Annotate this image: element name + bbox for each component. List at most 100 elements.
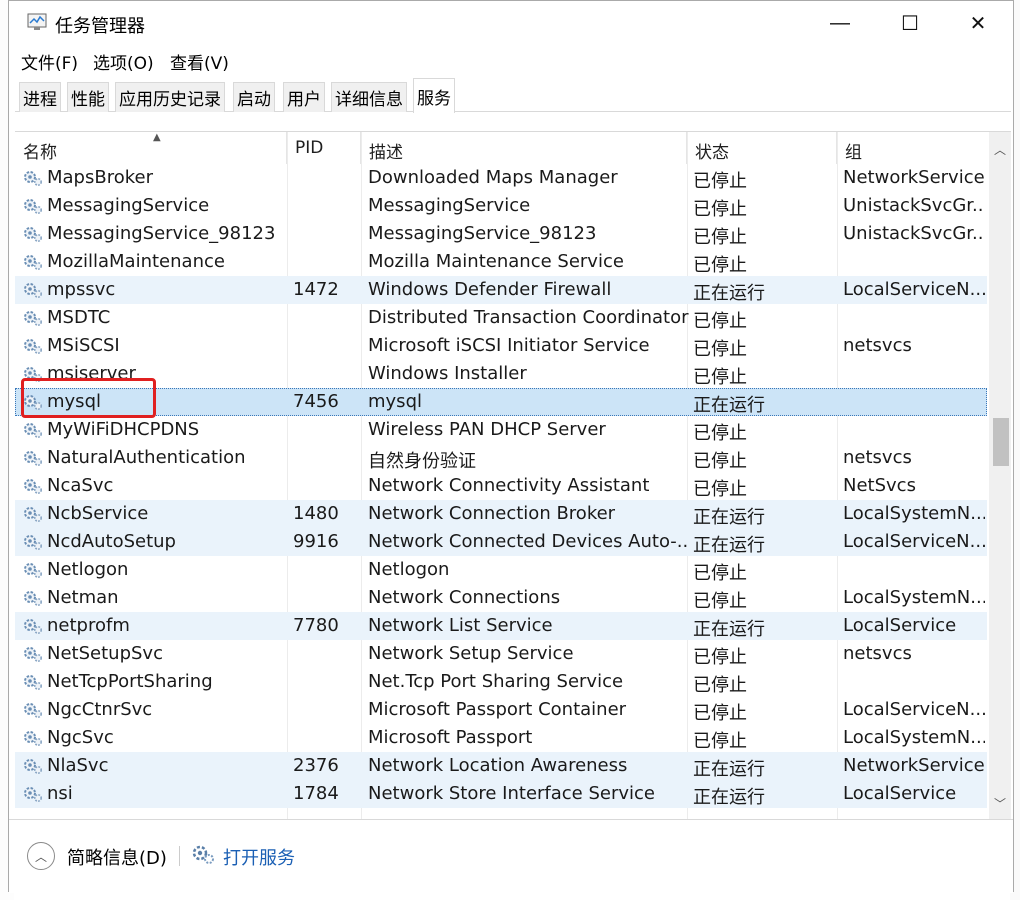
tab-processes[interactable]: 进程 bbox=[19, 82, 61, 112]
window-title: 任务管理器 bbox=[55, 16, 145, 37]
service-description: Netlogon bbox=[368, 559, 450, 580]
service-group: UnistackSvcGr... bbox=[843, 195, 985, 216]
service-group: UnistackSvcGr... bbox=[843, 223, 985, 244]
service-row[interactable]: nsi 1784 Network Store Interface Service 正在… bbox=[15, 780, 987, 808]
service-group: netsvcs bbox=[843, 643, 912, 664]
service-status: 已停止 bbox=[693, 563, 747, 584]
tab-app-history[interactable]: 应用历史记录 bbox=[115, 82, 225, 112]
vertical-scrollbar[interactable]: ︿ ﹀ bbox=[989, 132, 1011, 819]
service-row[interactable]: mysql 7456 mysql 正在运行 bbox=[15, 388, 987, 416]
fewer-details-button[interactable]: 简略信息(D) bbox=[67, 844, 167, 870]
close-button[interactable]: ✕ bbox=[943, 1, 1013, 45]
tab-users[interactable]: 用户 bbox=[283, 82, 325, 112]
service-row[interactable]: MozillaMaintenance Mozilla Maintenance Se… bbox=[15, 248, 987, 276]
column-status[interactable]: 状态 bbox=[687, 132, 837, 164]
service-description: Windows Installer bbox=[368, 363, 527, 384]
collapse-details-icon[interactable]: ︿ bbox=[27, 842, 55, 870]
title-bar[interactable]: 任务管理器 — ☐ ✕ bbox=[9, 1, 1013, 45]
sort-ascending-icon: ▲ bbox=[153, 132, 161, 143]
service-row[interactable]: NetSetupSvc Network Setup Service 已停止 netsv… bbox=[15, 640, 987, 668]
service-gear-icon bbox=[24, 479, 43, 495]
service-row[interactable]: MSiSCSI Microsoft iSCSI Initiator Service… bbox=[15, 332, 987, 360]
scroll-thumb[interactable] bbox=[993, 418, 1009, 466]
service-name: NlaSvc bbox=[47, 755, 109, 776]
service-description: Net.Tcp Port Sharing Service bbox=[368, 671, 624, 692]
service-name: Netlogon bbox=[47, 559, 129, 580]
maximize-button[interactable]: ☐ bbox=[875, 1, 945, 45]
service-name: MSiSCSI bbox=[47, 335, 120, 356]
services-list: 名称 ▲ PID 描述 状态 组 MapsBroker Downloaded Ma… bbox=[15, 131, 1011, 819]
service-description: Windows Defender Firewall bbox=[368, 279, 612, 300]
service-status: 已停止 bbox=[693, 703, 747, 724]
service-row[interactable]: MSDTC Distributed Transaction Coordinator… bbox=[15, 304, 987, 332]
minimize-icon: — bbox=[830, 11, 850, 34]
service-name: MessagingService bbox=[47, 195, 210, 216]
service-description: Network Connections bbox=[368, 587, 561, 608]
tab-services[interactable]: 服务 bbox=[413, 78, 455, 113]
service-gear-icon bbox=[24, 423, 43, 439]
service-description: Network Connection Broker bbox=[368, 503, 616, 524]
task-manager-window: 任务管理器 — ☐ ✕ 文件(F) 选项(O) 查看(V) 进程 性能 应用历史… bbox=[8, 0, 1014, 893]
tab-details[interactable]: 详细信息 bbox=[331, 82, 407, 112]
service-description: MessagingService bbox=[368, 195, 531, 216]
close-icon: ✕ bbox=[969, 12, 987, 35]
column-pid[interactable]: PID bbox=[287, 132, 361, 164]
service-row[interactable]: NgcCtnrSvc Microsoft Passport Container 已停… bbox=[15, 696, 987, 724]
service-row[interactable]: NcbService 1480 Network Connection Broker 正… bbox=[15, 500, 987, 528]
minimize-button[interactable]: — bbox=[805, 1, 875, 45]
service-description: Network Connectivity Assistant bbox=[368, 475, 650, 496]
menu-file[interactable]: 文件(F) bbox=[21, 49, 78, 74]
service-name: MapsBroker bbox=[47, 167, 153, 188]
service-row[interactable]: msiserver Windows Installer 已停止 bbox=[15, 360, 987, 388]
column-group[interactable]: 组 bbox=[837, 132, 987, 164]
service-row[interactable]: MapsBroker Downloaded Maps Manager 已停止 Netw… bbox=[15, 164, 987, 192]
service-row[interactable]: NlaSvc 2376 Network Location Awareness 正在运行… bbox=[15, 752, 987, 780]
service-name: NgcSvc bbox=[47, 727, 114, 748]
service-gear-icon bbox=[24, 283, 43, 299]
service-gear-icon bbox=[24, 255, 43, 271]
service-status: 已停止 bbox=[693, 367, 747, 388]
service-row[interactable]: MessagingService MessagingService 已停止 Unist… bbox=[15, 192, 987, 220]
service-row[interactable]: mpssvc 1472 Windows Defender Firewall 正在运行 L… bbox=[15, 276, 987, 304]
service-description: Network Connected Devices Auto-... bbox=[368, 531, 690, 552]
scroll-up-icon[interactable]: ︿ bbox=[989, 136, 1011, 162]
service-name: NcdAutoSetup bbox=[47, 531, 176, 552]
menu-view[interactable]: 查看(V) bbox=[170, 49, 229, 74]
service-row[interactable]: Netlogon Netlogon 已停止 bbox=[15, 556, 987, 584]
service-row[interactable]: NcaSvc Network Connectivity Assistant 已停止 N… bbox=[15, 472, 987, 500]
service-gear-icon bbox=[24, 199, 43, 215]
service-gear-icon bbox=[24, 311, 43, 327]
service-status: 已停止 bbox=[693, 479, 747, 500]
service-row[interactable]: Netman Network Connections 已停止 LocalSystemN… bbox=[15, 584, 987, 612]
column-header-row: 名称 ▲ PID 描述 状态 组 bbox=[15, 132, 987, 164]
tab-startup[interactable]: 启动 bbox=[233, 82, 275, 112]
open-services-link[interactable]: 打开服务 bbox=[223, 844, 295, 870]
service-status: 已停止 bbox=[693, 731, 747, 752]
service-name: MozillaMaintenance bbox=[47, 251, 225, 272]
service-row[interactable]: NgcSvc Microsoft Passport 已停止 LocalSystemN.… bbox=[15, 724, 987, 752]
service-group: LocalServiceN... bbox=[843, 699, 985, 720]
column-description[interactable]: 描述 bbox=[361, 132, 687, 164]
service-pid: 2376 bbox=[293, 755, 339, 776]
service-row[interactable]: MessagingService_98123 MessagingService_9… bbox=[15, 220, 987, 248]
service-status: 已停止 bbox=[693, 591, 747, 612]
service-row[interactable]: NetTcpPortSharing Net.Tcp Port Sharing Se… bbox=[15, 668, 987, 696]
service-name: netprofm bbox=[47, 615, 130, 636]
service-group: LocalServiceN... bbox=[843, 531, 985, 552]
service-row[interactable]: NcdAutoSetup 9916 Network Connected Device… bbox=[15, 528, 987, 556]
tab-performance[interactable]: 性能 bbox=[67, 82, 109, 112]
service-row[interactable]: MyWiFiDHCPDNS Wireless PAN DHCP Server 已停止 bbox=[15, 416, 987, 444]
service-status: 正在运行 bbox=[693, 535, 765, 556]
service-group: LocalSystemN... bbox=[843, 727, 985, 748]
footer-bar: ︿ 简略信息(D) 打开服务 bbox=[9, 819, 1013, 893]
service-row[interactable]: netprofm 7780 Network List Service 正在运行 Loca… bbox=[15, 612, 987, 640]
service-row[interactable]: NaturalAuthentication 自然身份验证 已停止 netsvcs bbox=[15, 444, 987, 472]
service-description: Wireless PAN DHCP Server bbox=[368, 419, 606, 440]
service-description: mysql bbox=[368, 391, 422, 412]
scroll-down-icon[interactable]: ﹀ bbox=[989, 790, 1011, 816]
service-gear-icon bbox=[24, 759, 43, 775]
column-name[interactable]: 名称 ▲ bbox=[15, 132, 287, 164]
service-status: 已停止 bbox=[693, 451, 747, 472]
menu-options[interactable]: 选项(O) bbox=[93, 49, 154, 74]
service-name: NgcCtnrSvc bbox=[47, 699, 153, 720]
